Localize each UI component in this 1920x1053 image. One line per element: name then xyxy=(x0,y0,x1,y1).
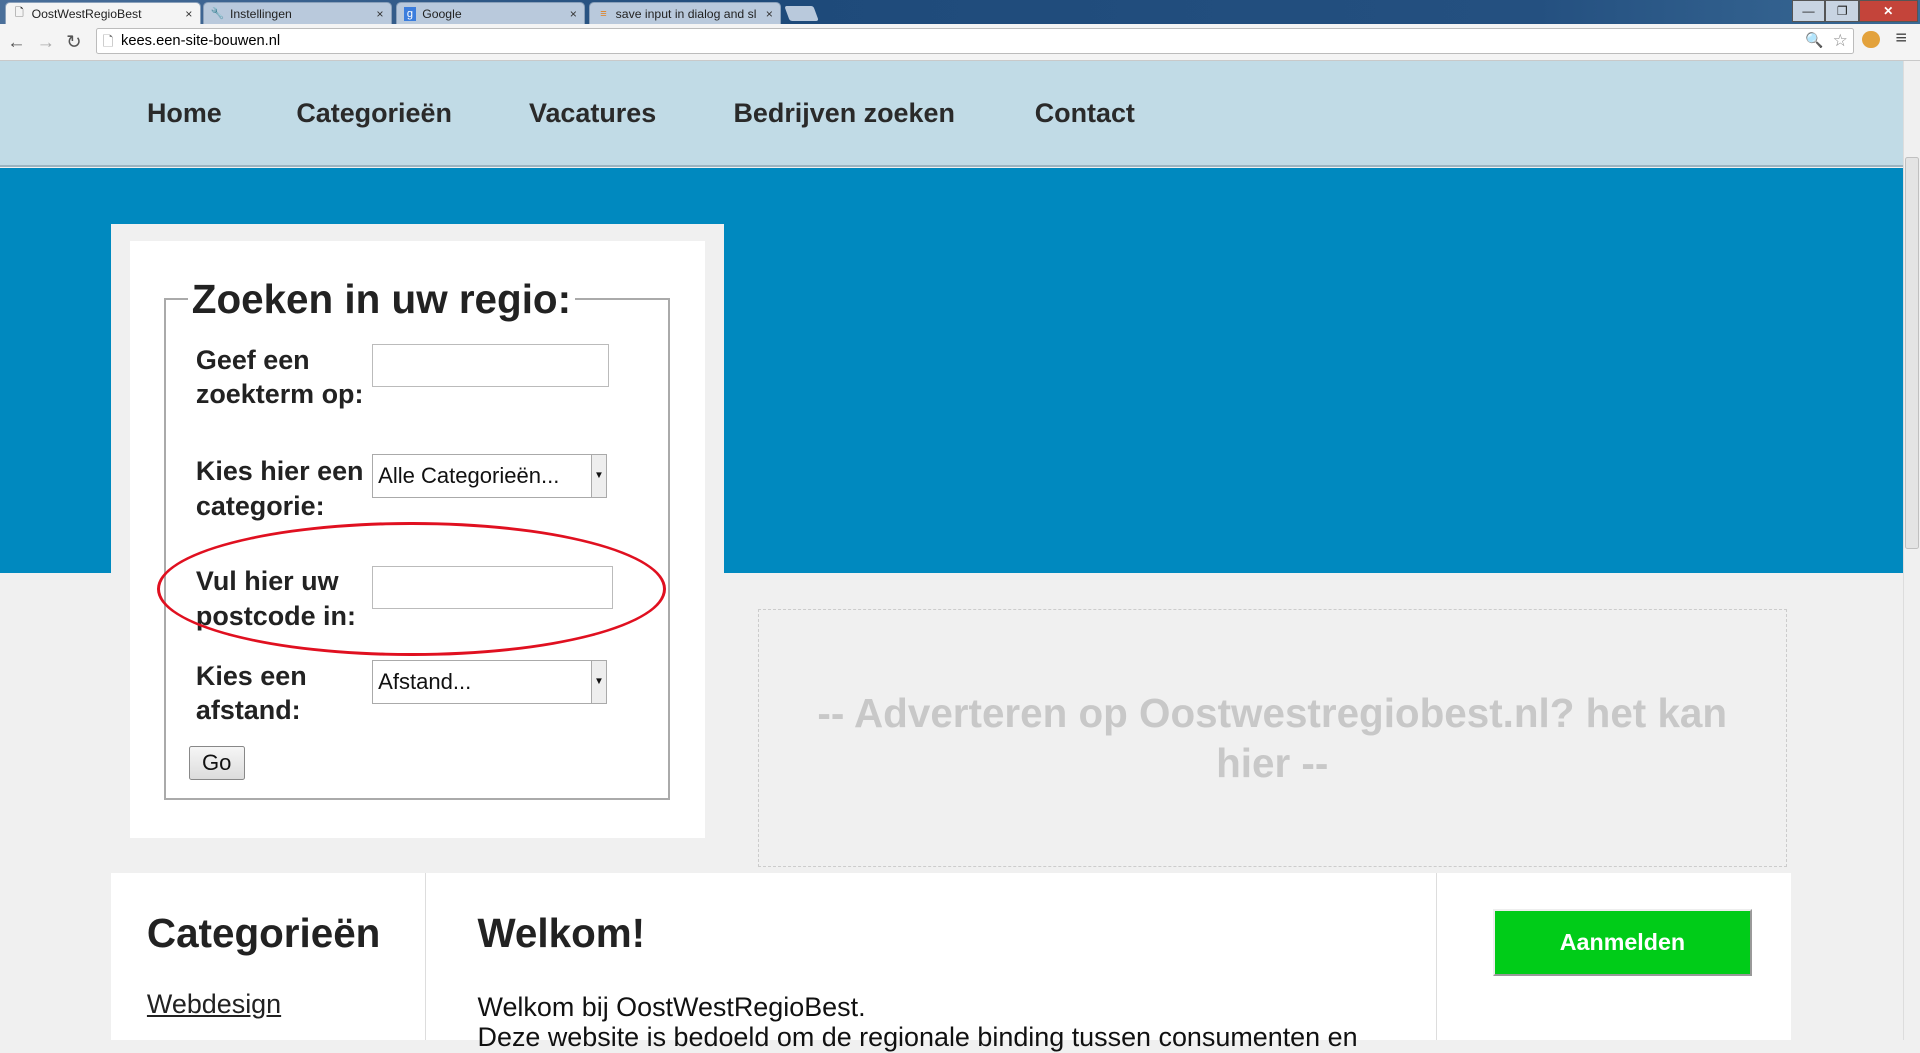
welcome-title: Welkom! xyxy=(477,909,646,956)
bookmark-star-icon[interactable]: ☆ xyxy=(1833,28,1848,54)
window-controls: — ❐ ✕ xyxy=(1791,0,1918,22)
tab-stackoverflow[interactable]: ≡ save input in dialog and sl × xyxy=(588,2,782,25)
page-icon: 🗋 xyxy=(14,7,24,20)
nav-categorieen[interactable]: Categorieën xyxy=(296,98,452,129)
back-icon[interactable]: ← xyxy=(7,31,25,53)
new-tab-button[interactable] xyxy=(784,6,820,21)
nav-home[interactable]: Home xyxy=(147,98,222,129)
tab-instellingen[interactable]: 🔧 Instellingen × xyxy=(203,2,392,25)
page-icon: 🗋 xyxy=(102,34,114,50)
minimize-button[interactable]: — xyxy=(1791,0,1826,22)
aanmelden-button[interactable]: Aanmelden xyxy=(1492,908,1753,976)
category-label: Kies hier een categorie: xyxy=(195,456,364,521)
dropdown-arrow-icon: ▼ xyxy=(590,455,607,497)
advertisement-placeholder: -- Adverteren op Oostwestregiobest.nl? h… xyxy=(757,608,1787,867)
welcome-text-line2: Deze website is bedoeld om de regionale … xyxy=(477,1022,1358,1053)
tab-google[interactable]: g Google × xyxy=(395,2,586,25)
category-select[interactable]: Alle Categorieën... ▼ xyxy=(372,454,608,499)
vertical-scrollbar[interactable] xyxy=(1902,61,1920,1040)
nav-vacatures[interactable]: Vacatures xyxy=(529,98,656,129)
welcome-text-line1: Welkom bij OostWestRegioBest. xyxy=(477,991,866,1022)
menu-icon[interactable]: ≡ xyxy=(1896,27,1907,50)
ad-text: -- Adverteren op Oostwestregiobest.nl? h… xyxy=(817,689,1728,786)
tab-oostwestregiobest[interactable]: 🗋 OostWestRegioBest × xyxy=(4,2,201,25)
close-tab-icon[interactable]: × xyxy=(376,7,383,21)
search-term-label: Geef een zoekterm op: xyxy=(195,344,364,410)
distance-label: Kies een afstand: xyxy=(195,660,307,726)
address-bar[interactable]: 🗋 kees.een-site-bouwen.nl 🔍 ☆ xyxy=(95,28,1854,55)
distance-select-value: Afstand... xyxy=(378,669,472,694)
site-navigation: Home Categorieën Vacatures Bedrijven zoe… xyxy=(0,61,1903,168)
browser-toolbar: ← → ↻ 🗋 kees.een-site-bouwen.nl 🔍 ☆ ≡ xyxy=(0,24,1920,61)
cookie-extension-icon[interactable] xyxy=(1862,30,1880,48)
google-icon: g xyxy=(403,7,417,21)
reload-icon[interactable]: ↻ xyxy=(66,31,81,53)
dropdown-arrow-icon: ▼ xyxy=(590,661,607,703)
distance-select[interactable]: Afstand... ▼ xyxy=(372,660,608,705)
welcome-column: Welkom! Welkom bij OostWestRegioBest. De… xyxy=(426,873,1438,1052)
stackoverflow-icon: ≡ xyxy=(600,7,607,20)
url-text: kees.een-site-bouwen.nl xyxy=(120,33,281,50)
forward-icon[interactable]: → xyxy=(37,31,55,53)
search-term-input[interactable] xyxy=(372,344,609,387)
close-window-button[interactable]: ✕ xyxy=(1859,0,1918,22)
close-tab-icon[interactable]: × xyxy=(766,7,773,21)
category-link-webdesign[interactable]: Webdesign xyxy=(147,989,281,1020)
restore-button[interactable]: ❐ xyxy=(1825,0,1860,22)
red-annotation-circle xyxy=(156,521,667,657)
go-button[interactable]: Go xyxy=(188,745,245,780)
categories-column: Categorieën Webdesign xyxy=(111,873,426,1040)
wrench-icon: 🔧 xyxy=(210,8,225,21)
scrollbar-thumb[interactable] xyxy=(1905,156,1919,549)
categories-title: Categorieën xyxy=(146,909,381,956)
close-tab-icon[interactable]: × xyxy=(185,7,192,21)
nav-bedrijven-zoeken[interactable]: Bedrijven zoeken xyxy=(733,98,954,129)
category-select-value: Alle Categorieën... xyxy=(378,463,560,489)
zoom-icon[interactable]: 🔍 xyxy=(1805,29,1823,55)
nav-contact[interactable]: Contact xyxy=(1035,98,1135,129)
close-tab-icon[interactable]: × xyxy=(570,7,577,21)
search-title: Zoeken in uw regio: xyxy=(191,275,572,322)
